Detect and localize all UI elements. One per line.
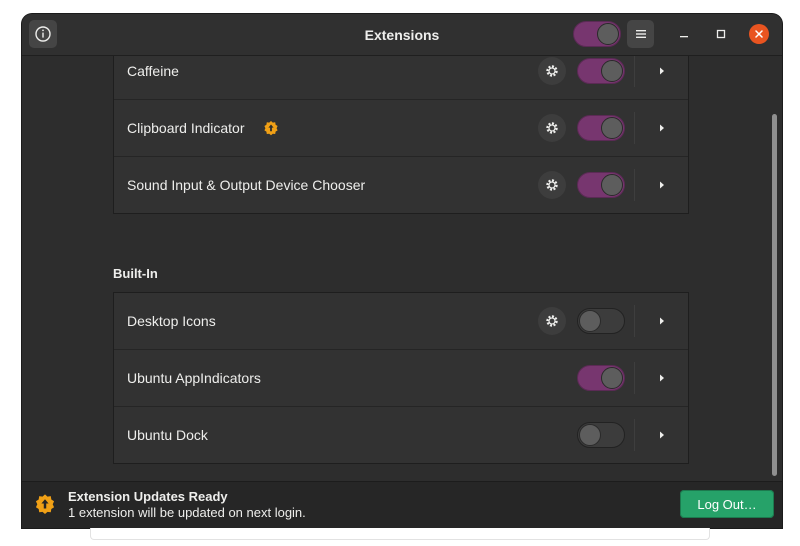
extension-row[interactable]: Caffeine [114,56,688,100]
toggle-knob [601,174,623,196]
extension-row[interactable]: Ubuntu Dock [114,407,688,463]
gear-icon [546,65,558,77]
expand-button[interactable] [652,311,672,331]
section-title-built-in: Built-In [113,266,158,281]
row-separator [634,362,635,394]
extensions-window: Extensions Caffeine Clipboard Indicator … [22,14,782,528]
vertical-scrollbar[interactable] [772,114,777,476]
header-bar: Extensions [22,14,782,56]
chevron-right-icon [660,124,664,132]
toggle-knob [597,23,619,45]
extension-toggle[interactable] [577,365,625,391]
row-separator [634,112,635,144]
main-menu-button[interactable] [627,20,654,48]
toggle-knob [601,117,623,139]
extension-toggle[interactable] [577,58,625,84]
gear-icon [546,179,558,191]
minimize-button[interactable] [674,24,694,44]
extension-row[interactable]: Desktop Icons [114,293,688,350]
expand-button[interactable] [652,61,672,81]
close-button[interactable] [749,24,769,44]
extension-row[interactable]: Sound Input & Output Device Chooser [114,157,688,213]
expand-button[interactable] [652,425,672,445]
minimize-icon [680,36,688,38]
extension-name: Ubuntu Dock [127,427,208,443]
settings-button[interactable] [538,171,566,199]
update-available-icon [35,494,55,515]
extensions-master-toggle[interactable] [573,21,621,47]
extension-name: Caffeine [127,63,179,79]
expand-button[interactable] [652,118,672,138]
chevron-right-icon [660,431,664,439]
row-separator [634,56,635,87]
extension-toggle[interactable] [577,115,625,141]
extension-row[interactable]: Ubuntu AppIndicators [114,350,688,407]
expand-button[interactable] [652,175,672,195]
about-button[interactable] [29,20,57,48]
row-separator [634,419,635,451]
hamburger-menu-icon [635,30,646,38]
chevron-right-icon [660,374,664,382]
chevron-right-icon [660,181,664,189]
extension-toggle[interactable] [577,308,625,334]
row-separator [634,305,635,337]
background-window-edge [90,528,710,540]
builtin-extensions-list: Desktop Icons Ubuntu AppIndicators Ubunt… [113,292,689,464]
user-extensions-list: Caffeine Clipboard Indicator Sound Input… [113,56,689,214]
extension-name: Clipboard Indicator [127,120,245,136]
update-available-icon [264,121,278,136]
toggle-knob [601,367,623,389]
extension-name: Sound Input & Output Device Chooser [127,177,366,193]
gear-icon [546,315,558,327]
toggle-knob [579,310,601,332]
banner-subtitle: 1 extension will be updated on next logi… [68,505,306,520]
settings-button[interactable] [538,307,566,335]
row-separator [634,169,635,201]
extension-toggle[interactable] [577,172,625,198]
info-icon [35,26,51,42]
chevron-right-icon [660,317,664,325]
close-icon [755,30,763,38]
toggle-knob [601,60,623,82]
banner-title: Extension Updates Ready [68,489,228,504]
expand-button[interactable] [652,368,672,388]
log-out-button[interactable]: Log Out… [680,490,774,518]
toggle-knob [579,424,601,446]
settings-button[interactable] [538,114,566,142]
maximize-button[interactable] [711,24,731,44]
extension-name: Ubuntu AppIndicators [127,370,261,386]
chevron-right-icon [660,67,664,75]
extensions-list-area[interactable]: Caffeine Clipboard Indicator Sound Input… [22,56,782,481]
settings-button[interactable] [538,57,566,85]
extension-row[interactable]: Clipboard Indicator [114,100,688,157]
window-title: Extensions [364,26,440,43]
updates-banner: Extension Updates Ready 1 extension will… [22,481,782,528]
extension-name: Desktop Icons [127,313,216,329]
maximize-icon [716,29,726,39]
gear-icon [546,122,558,134]
extension-toggle[interactable] [577,422,625,448]
